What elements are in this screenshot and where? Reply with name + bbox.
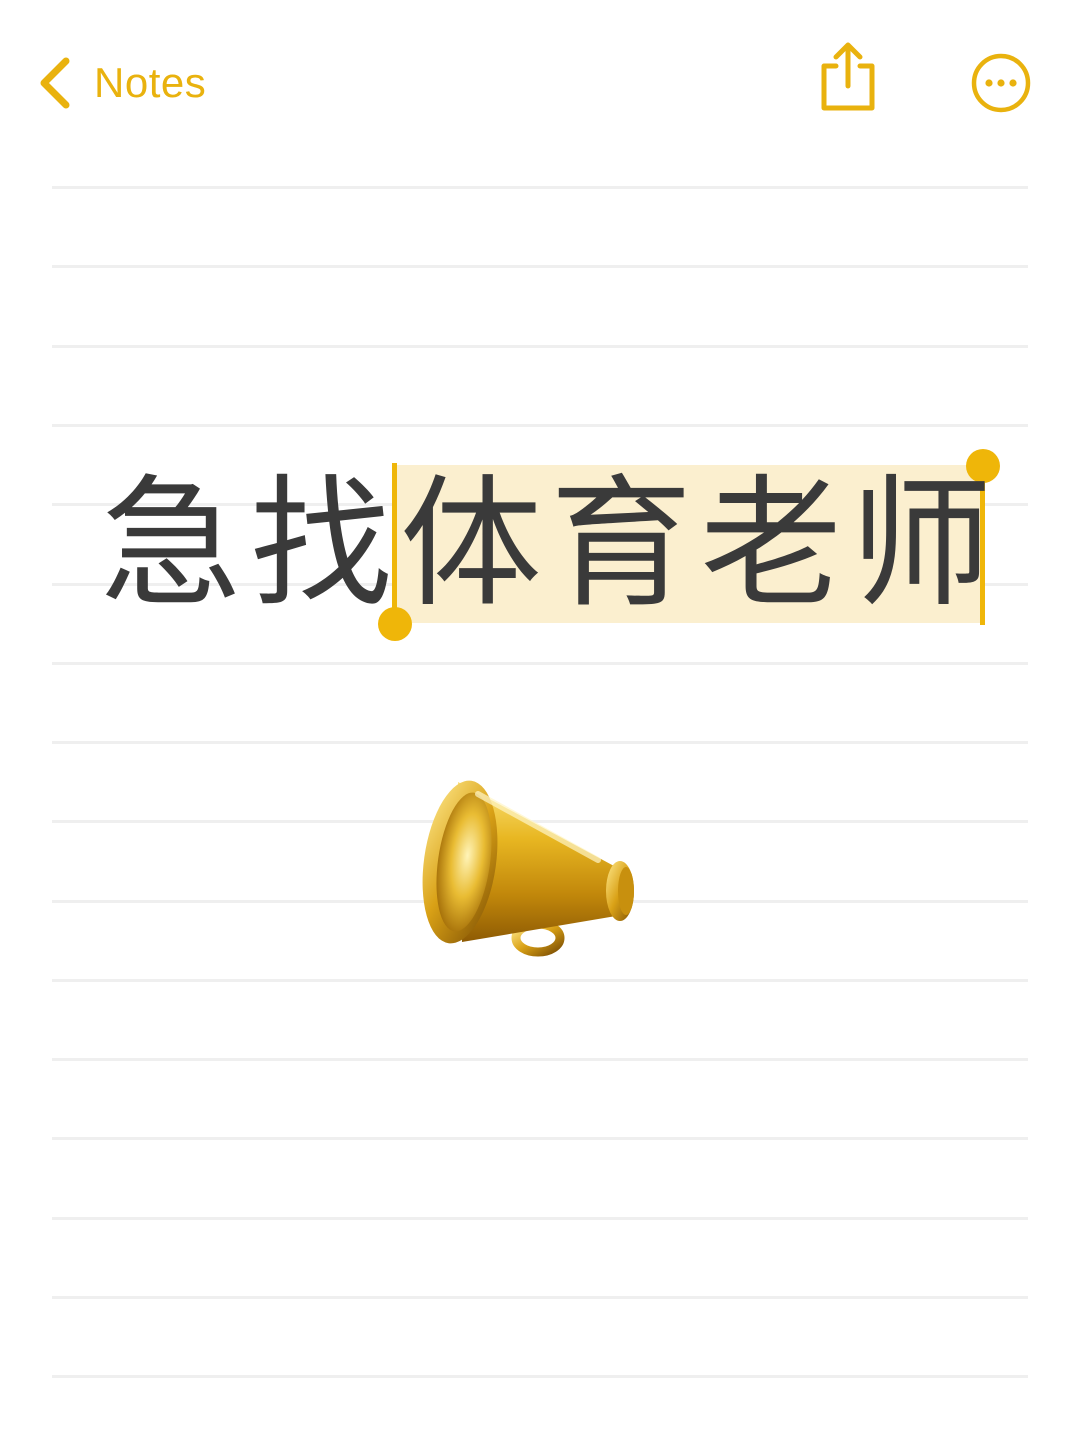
rule-line	[52, 345, 1028, 348]
rule-line	[52, 1217, 1028, 1220]
rule-line	[52, 979, 1028, 982]
rule-line	[52, 1375, 1028, 1378]
chevron-left-icon	[40, 57, 70, 109]
rule-line	[52, 1058, 1028, 1061]
rule-line	[52, 741, 1028, 744]
headline-text: 急找体育老师	[100, 455, 1000, 635]
rule-line	[52, 424, 1028, 427]
megaphone-icon	[422, 780, 634, 957]
ruled-lines	[52, 0, 1028, 1440]
rule-line	[52, 1296, 1028, 1299]
rule-line	[52, 1137, 1028, 1140]
note-headline[interactable]: 急找体育老师	[0, 449, 1080, 655]
rule-line	[52, 265, 1028, 268]
headline-plain-text: 急找	[100, 462, 400, 627]
navigation-bar: Notes	[0, 0, 1080, 160]
back-button[interactable]: Notes	[36, 50, 206, 116]
ellipsis-circle-icon[interactable]	[970, 52, 1032, 114]
rule-line	[52, 662, 1028, 665]
back-label: Notes	[94, 59, 207, 106]
rule-line	[52, 186, 1028, 189]
headline-selected-text: 体育老师	[400, 462, 1000, 627]
share-icon[interactable]	[816, 40, 880, 112]
notes-screen: Notes 急找体育老师	[0, 0, 1080, 1440]
